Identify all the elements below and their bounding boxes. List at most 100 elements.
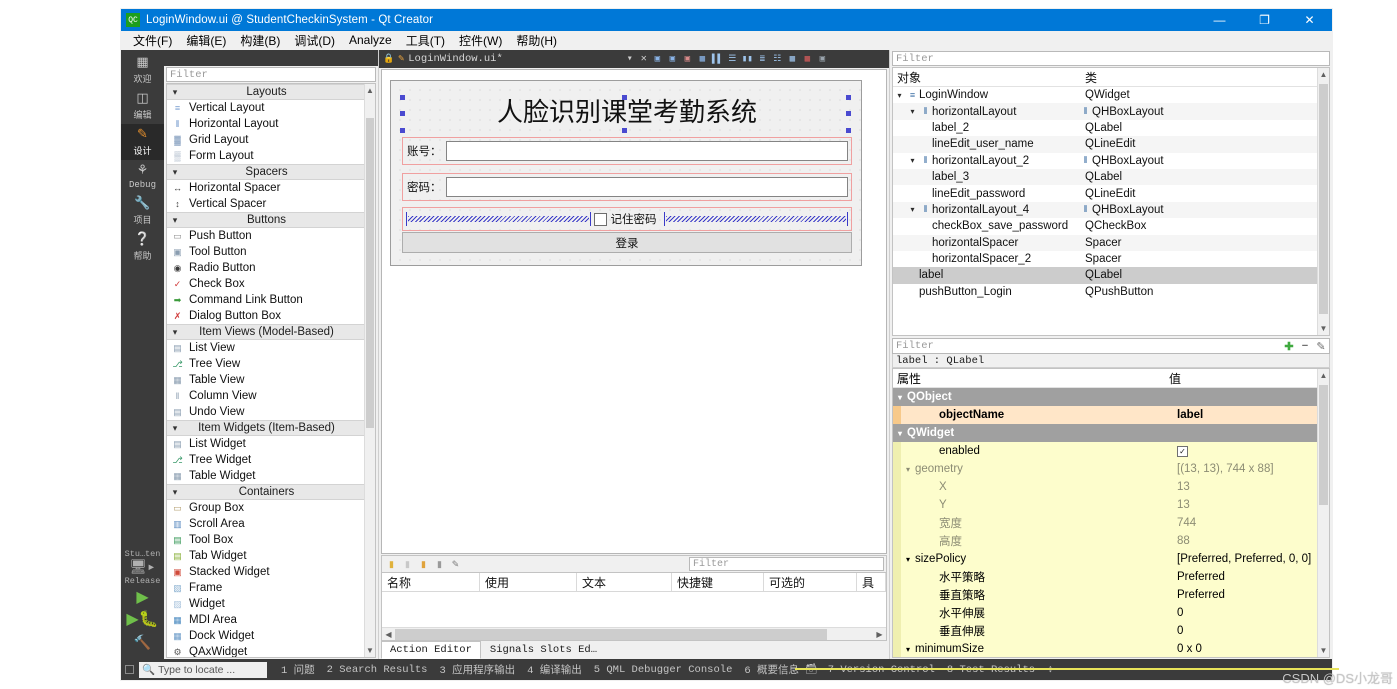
widget-category-header[interactable]: ▾ Item Views (Model-Based) bbox=[167, 324, 364, 340]
column-checkable[interactable]: 可选的 bbox=[764, 573, 857, 591]
widget-box-list[interactable]: ▾ Layouts ≡ Vertical Layout ⦀ Horizontal Layo… bbox=[166, 83, 376, 658]
object-inspector-tree[interactable]: 对象 类 ▾ ≡ LoginWindow QWidget ▾ ⦀ horizontalLay… bbox=[892, 67, 1330, 336]
form-title-label[interactable]: 人脸识别课堂考勤系统 bbox=[404, 89, 850, 131]
mode-design[interactable]: ✎ 设计 bbox=[121, 124, 164, 160]
widget-item-push-button[interactable]: ▭ Push Button bbox=[167, 228, 364, 244]
menu-tools[interactable]: 工具(T) bbox=[399, 31, 452, 50]
mode-help[interactable]: ❔ 帮助 bbox=[121, 229, 164, 265]
column-text[interactable]: 文本 bbox=[577, 573, 672, 591]
widget-item-tab-widget[interactable]: ▤ Tab Widget bbox=[167, 548, 364, 564]
column-name[interactable]: 名称 bbox=[382, 573, 480, 591]
object-tree-row[interactable]: label_3 QLabel bbox=[893, 168, 1317, 186]
editor-close-button[interactable]: ✕ bbox=[637, 53, 651, 65]
property-value[interactable]: Preferred bbox=[1177, 589, 1225, 601]
menu-analyze[interactable]: Analyze bbox=[342, 32, 399, 48]
object-tree-row[interactable]: lineEdit_user_name QLineEdit bbox=[893, 136, 1317, 153]
property-row[interactable]: 宽度 744 bbox=[893, 514, 1317, 532]
object-inspector-scrollbar[interactable]: ▲ ▼ bbox=[1317, 68, 1329, 335]
property-editor-scrollbar[interactable]: ▲ ▼ bbox=[1317, 369, 1329, 657]
column-property[interactable]: 属性 bbox=[893, 369, 1165, 387]
delete-action-icon[interactable]: ▮ bbox=[433, 558, 446, 571]
output-pane-2[interactable]: 2 Search Results bbox=[321, 664, 434, 676]
column-tooltip[interactable]: 工具提 bbox=[857, 573, 886, 607]
build-button[interactable]: 🔨 bbox=[134, 634, 151, 650]
adjust-size-icon[interactable]: ▣ bbox=[816, 53, 829, 66]
edit-widgets-icon[interactable]: ▣ bbox=[651, 53, 664, 66]
locator-input[interactable]: 🔍 Type to locate ... bbox=[139, 661, 267, 678]
property-row[interactable]: ▾ sizePolicy [Preferred, Preferred, 0, 0] bbox=[893, 550, 1317, 568]
widget-item-vertical-layout[interactable]: ≡ Vertical Layout bbox=[167, 100, 364, 116]
edit-action-icon[interactable]: ▮ bbox=[417, 558, 430, 571]
widget-item-tool-box[interactable]: ▤ Tool Box bbox=[167, 532, 364, 548]
object-tree-row[interactable]: checkBox_save_password QCheckBox bbox=[893, 218, 1317, 234]
property-value[interactable]: 0 bbox=[1177, 625, 1183, 637]
action-editor-rows[interactable] bbox=[382, 592, 886, 627]
scroll-down-arrow[interactable]: ▼ bbox=[365, 646, 375, 655]
property-value[interactable]: [(13, 13), 744 x 88] bbox=[1177, 463, 1274, 475]
copy-action-icon[interactable]: ▮ bbox=[401, 558, 414, 571]
output-toggle-icon[interactable] bbox=[125, 665, 134, 674]
column-shortcut[interactable]: 快捷键 bbox=[672, 573, 764, 591]
new-action-icon[interactable]: ▮ bbox=[385, 558, 398, 571]
lock-icon[interactable]: 🔒 bbox=[383, 54, 394, 64]
layout-splitter-h-icon[interactable]: ▮▮ bbox=[741, 53, 754, 66]
widget-item-tree-widget[interactable]: ⎇ Tree Widget bbox=[167, 452, 364, 468]
login-button[interactable]: 登录 bbox=[402, 232, 852, 253]
property-value[interactable]: 0 bbox=[1177, 607, 1183, 619]
widget-item-widget[interactable]: ▨ Widget bbox=[167, 596, 364, 612]
run-button[interactable]: ▶ bbox=[136, 590, 148, 606]
output-pane-5[interactable]: 5 QML Debugger Console bbox=[588, 664, 739, 676]
scroll-right-arrow[interactable]: ▶ bbox=[873, 630, 886, 639]
selection-handle[interactable] bbox=[846, 111, 851, 116]
widget-item-vertical-spacer[interactable]: ↕ Vertical Spacer bbox=[167, 196, 364, 212]
column-object[interactable]: 对象 bbox=[893, 68, 1081, 86]
layout-vertical-icon[interactable]: ☰ bbox=[726, 53, 739, 66]
widget-item-scroll-area[interactable]: ▥ Scroll Area bbox=[167, 516, 364, 532]
password-input[interactable] bbox=[445, 177, 848, 197]
widget-item-radio-button[interactable]: ◉ Radio Button bbox=[167, 260, 364, 276]
widget-item-check-box[interactable]: ✓ Check Box bbox=[167, 276, 364, 292]
selection-handle[interactable] bbox=[846, 128, 851, 133]
layout-splitter-v-icon[interactable]: ≣ bbox=[756, 53, 769, 66]
widget-category-header[interactable]: ▾ Containers bbox=[167, 484, 364, 500]
action-editor-hscrollbar[interactable]: ◀ ▶ bbox=[382, 627, 886, 640]
property-row[interactable]: ▾ QObject bbox=[893, 388, 1317, 406]
widget-box-filter-input[interactable]: Filter bbox=[166, 67, 376, 82]
layout-horizontal-icon[interactable]: ▌▌ bbox=[711, 53, 724, 66]
column-value[interactable]: 值 bbox=[1165, 369, 1317, 387]
object-tree-row[interactable]: ▾ ⦀ horizontalLayout_2 ⦀ QHBoxLayout bbox=[893, 153, 1317, 169]
output-pane-3[interactable]: 3 应用程序输出 bbox=[433, 662, 521, 677]
property-value[interactable]: 0 x 0 bbox=[1177, 643, 1202, 655]
widget-item-stacked-widget[interactable]: ▣ Stacked Widget bbox=[167, 564, 364, 580]
property-row[interactable]: ▾ minimumSize 0 x 0 bbox=[893, 640, 1317, 657]
editor-dropdown-button[interactable]: ▾ bbox=[623, 53, 637, 65]
menu-file[interactable]: 文件(F) bbox=[126, 31, 179, 50]
selection-handle[interactable] bbox=[622, 95, 627, 100]
password-label[interactable]: 密码： bbox=[403, 179, 445, 195]
account-label[interactable]: 账号： bbox=[403, 143, 445, 159]
property-row[interactable]: Y 13 bbox=[893, 496, 1317, 514]
mode-welcome[interactable]: ▦ 欢迎 bbox=[121, 52, 164, 88]
tab-signals-slots-editor[interactable]: Signals Slots Ed… bbox=[481, 641, 606, 659]
scroll-up-arrow[interactable]: ▲ bbox=[365, 86, 375, 95]
selection-handle[interactable] bbox=[846, 95, 851, 100]
selection-handle[interactable] bbox=[400, 128, 405, 133]
widget-category-header[interactable]: ▾ Item Widgets (Item-Based) bbox=[167, 420, 364, 436]
object-tree-row[interactable]: ▾ ⦀ horizontalLayout ⦀ QHBoxLayout bbox=[893, 103, 1317, 120]
property-row[interactable]: enabled ✓ bbox=[893, 442, 1317, 460]
widget-item-list-view[interactable]: ▤ List View bbox=[167, 340, 364, 356]
object-tree-row[interactable]: horizontalSpacer Spacer bbox=[893, 234, 1317, 251]
chevron-down-icon[interactable]: ▾ bbox=[906, 205, 919, 214]
property-row[interactable]: 高度 88 bbox=[893, 532, 1317, 550]
property-value[interactable]: [Preferred, Preferred, 0, 0] bbox=[1177, 553, 1311, 565]
scroll-left-arrow[interactable]: ◀ bbox=[382, 630, 395, 639]
widget-item-horizontal-layout[interactable]: ⦀ Horizontal Layout bbox=[167, 116, 364, 132]
property-editor-table[interactable]: 属性 值 ▾ QObject objectName label ▾ QWidget enab… bbox=[892, 368, 1330, 658]
output-pane-4[interactable]: 4 编译输出 bbox=[521, 662, 588, 677]
menu-widgets[interactable]: 控件(W) bbox=[452, 31, 509, 50]
scroll-up-arrow[interactable]: ▲ bbox=[1318, 70, 1329, 79]
widget-item-table-widget[interactable]: ▦ Table Widget bbox=[167, 468, 364, 484]
selection-handle[interactable] bbox=[400, 95, 405, 100]
minus-icon[interactable]: − bbox=[1297, 340, 1313, 352]
edit-signals-icon[interactable]: ▣ bbox=[666, 53, 679, 66]
